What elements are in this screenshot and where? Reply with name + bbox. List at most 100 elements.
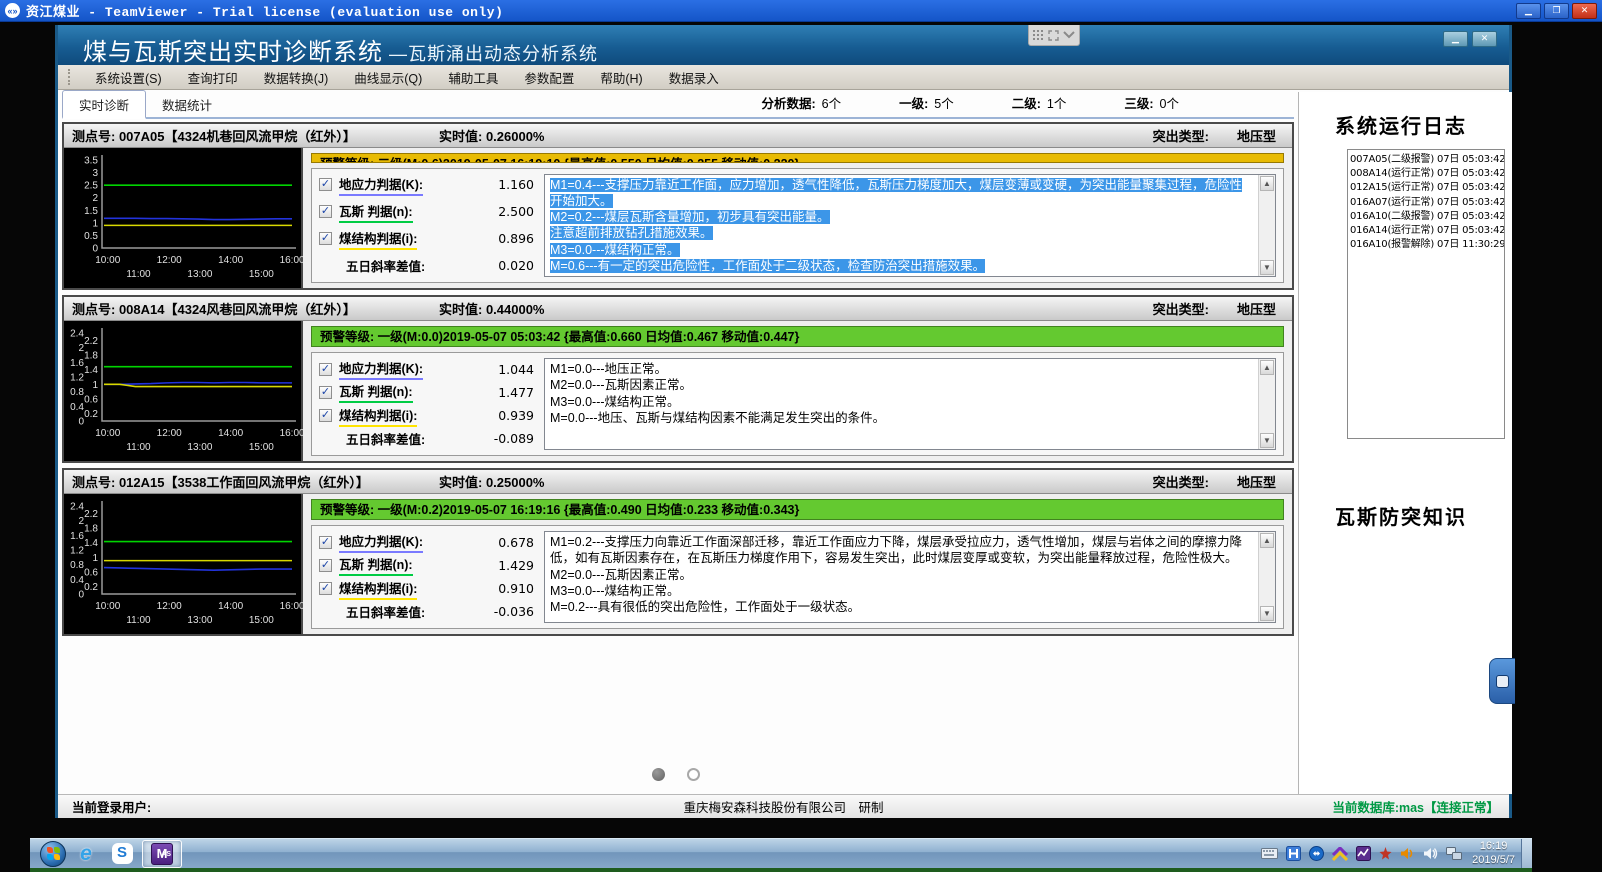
svg-text:12:00: 12:00 xyxy=(157,601,182,612)
menu-system-settings[interactable]: 系统设置(S) xyxy=(82,65,175,90)
desktop-edge-strip xyxy=(30,868,1532,872)
teamviewer-icon[interactable] xyxy=(1309,846,1324,861)
page-dot[interactable] xyxy=(687,768,700,781)
analysis-textarea[interactable]: M1=0.2---支撑压力向靠近工作面深部迁移，靠近工作面应力下降，煤层承受拉应… xyxy=(544,531,1276,623)
horn-icon[interactable] xyxy=(1400,847,1415,860)
five-day-slope: 五日斜率差值:-0.036 xyxy=(319,602,534,622)
criterion-coal-structure: ✓煤结构判据(i):0.896 xyxy=(319,229,534,249)
tv-close-button[interactable]: ✕ xyxy=(1572,3,1597,19)
svg-text:2.2: 2.2 xyxy=(84,509,98,520)
monitor-app-icon[interactable] xyxy=(1356,846,1371,861)
svg-text:0.2: 0.2 xyxy=(84,582,98,593)
menu-bar: 系统设置(S) 查询打印 数据转换(J) 曲线显示(Q) 辅助工具 参数配置 帮… xyxy=(58,65,1509,90)
h-app-icon[interactable] xyxy=(1286,846,1301,861)
tab-row: 实时诊断 数据统计 分析数据:6个 一级:5个 二级:1个 三级:0个 xyxy=(62,92,1294,119)
log-entry: 008A14(运行正常) 07日 05:03:42 xyxy=(1350,167,1502,181)
speaker-icon[interactable] xyxy=(1423,847,1438,860)
scroll-up-icon[interactable]: ▲ xyxy=(1260,533,1274,548)
log-entry: 016A10(报警解除) 07日 11:30:29 xyxy=(1350,238,1502,252)
realtime-value-label: 实时值: 0.26000% xyxy=(439,126,545,145)
svg-text:2: 2 xyxy=(92,193,98,204)
menu-curve-display[interactable]: 曲线显示(Q) xyxy=(341,65,435,90)
red-alert-icon[interactable] xyxy=(1379,847,1392,860)
teamviewer-remote-toolbar[interactable] xyxy=(1028,25,1080,46)
keyboard-icon[interactable] xyxy=(1261,848,1278,859)
scroll-down-icon[interactable]: ▼ xyxy=(1260,433,1274,448)
taskbar-ie-icon[interactable]: e xyxy=(70,840,102,868)
svg-text:0.4: 0.4 xyxy=(70,402,84,413)
network-icon[interactable] xyxy=(1446,847,1462,860)
menu-param-config[interactable]: 参数配置 xyxy=(511,65,587,90)
menu-data-convert[interactable]: 数据转换(J) xyxy=(251,65,342,90)
app-minimize-button[interactable]: ▁ xyxy=(1443,31,1468,47)
coal-structure-checkbox[interactable]: ✓ xyxy=(319,582,332,595)
menu-help[interactable]: 帮助(H) xyxy=(587,65,655,90)
chevron-up-icon[interactable] xyxy=(1332,847,1348,861)
scroll-down-icon[interactable]: ▼ xyxy=(1260,606,1274,621)
criteria-detail-box: ✓地应力判据(K):1.160 ✓瓦斯 判据(n):2.500 ✓煤结构判据(i… xyxy=(311,168,1284,284)
analysis-textarea[interactable]: M1=0.0---地压正常。 M2=0.0---瓦斯因素正常。 M3=0.0--… xyxy=(544,358,1276,450)
start-button[interactable] xyxy=(40,841,66,867)
gas-checkbox[interactable]: ✓ xyxy=(319,559,332,572)
panel-header: 测点号: 007A05【4324机巷回风流甲烷（红外）】 实时值: 0.2600… xyxy=(64,124,1292,148)
svg-text:15:00: 15:00 xyxy=(249,615,274,626)
monitor-panel-012A15: 测点号: 012A15【3538工作面回风流甲烷（红外）】 实时值: 0.250… xyxy=(62,468,1294,636)
tab-realtime-diagnosis[interactable]: 实时诊断 xyxy=(62,90,146,119)
scrollbar[interactable]: ▲▼ xyxy=(1258,175,1275,277)
teamviewer-panel-grip[interactable] xyxy=(1489,658,1515,704)
show-desktop-button[interactable] xyxy=(1521,839,1532,869)
summary-level3: 三级:0个 xyxy=(1124,93,1179,112)
svg-text:11:00: 11:00 xyxy=(126,269,151,280)
system-log-list[interactable]: 007A05(二级报警) 07日 05:03:42 008A14(运行正常) 0… xyxy=(1347,149,1505,439)
criterion-geostress: ✓地应力判据(K):0.678 xyxy=(319,532,534,552)
taskbar-s-app-icon[interactable]: S xyxy=(106,840,138,868)
geostress-checkbox[interactable]: ✓ xyxy=(319,536,332,549)
app-window: 煤与瓦斯突出实时诊断系统 —瓦斯涌出动态分析系统 ▁ ✕ 系统设置(S) 查询打… xyxy=(55,25,1512,818)
scrollbar[interactable]: ▲▼ xyxy=(1258,532,1275,622)
tab-data-statistics[interactable]: 数据统计 xyxy=(146,91,228,117)
app-close-button[interactable]: ✕ xyxy=(1472,31,1497,47)
log-entry: 016A10(二级报警) 07日 05:03:42 xyxy=(1350,210,1502,224)
log-entry: 007A05(二级报警) 07日 05:03:42 xyxy=(1350,153,1502,167)
svg-text:1.2: 1.2 xyxy=(70,373,84,384)
gas-checkbox[interactable]: ✓ xyxy=(319,386,332,399)
svg-text:10:00: 10:00 xyxy=(95,601,120,612)
criterion-gas: ✓瓦斯 判据(n):1.477 xyxy=(319,382,534,402)
svg-text:0.8: 0.8 xyxy=(70,560,84,571)
gas-checkbox[interactable]: ✓ xyxy=(319,205,332,218)
outburst-type: 突出类型:地压型 xyxy=(1153,472,1292,491)
coal-structure-checkbox[interactable]: ✓ xyxy=(319,409,332,422)
svg-text:0.6: 0.6 xyxy=(84,395,98,406)
warning-level-bar: 预警等级: 二级(M:0.6)2019-05-07 16:19:10 {最高值:… xyxy=(311,153,1284,163)
taskbar-clock[interactable]: 16:19 2019/5/7 xyxy=(1472,840,1515,868)
taskbar-mas-app-button[interactable]: MAS xyxy=(142,840,182,868)
tv-restore-button[interactable]: ❐ xyxy=(1544,3,1569,19)
menu-aux-tools[interactable]: 辅助工具 xyxy=(435,65,511,90)
geostress-checkbox[interactable]: ✓ xyxy=(319,363,332,376)
tv-minimize-button[interactable]: ▁ xyxy=(1516,3,1541,19)
svg-text:0.2: 0.2 xyxy=(84,409,98,420)
page-dot-active[interactable] xyxy=(652,768,665,781)
system-log-sidebar: 系统运行日志 007A05(二级报警) 07日 05:03:42 008A14(… xyxy=(1298,92,1512,794)
grid-dots-icon xyxy=(1033,30,1044,41)
svg-text:2.5: 2.5 xyxy=(84,181,98,192)
scroll-down-icon[interactable]: ▼ xyxy=(1260,260,1274,275)
coal-structure-checkbox[interactable]: ✓ xyxy=(319,232,332,245)
monitor-panel-008A14: 测点号: 008A14【4324风巷回风流甲烷（红外）】 实时值: 0.4400… xyxy=(62,295,1294,463)
scrollbar[interactable]: ▲▼ xyxy=(1258,359,1275,449)
analysis-textarea[interactable]: M1=0.4---支撑压力靠近工作面，应力增加，透气性降低，瓦斯压力梯度加大，煤… xyxy=(544,174,1276,278)
scroll-up-icon[interactable]: ▲ xyxy=(1260,176,1274,191)
menu-data-entry[interactable]: 数据录入 xyxy=(656,65,732,90)
scroll-up-icon[interactable]: ▲ xyxy=(1260,360,1274,375)
menu-query-print[interactable]: 查询打印 xyxy=(175,65,251,90)
system-log-title: 系统运行日志 xyxy=(1335,110,1512,139)
svg-text:10:00: 10:00 xyxy=(95,428,120,439)
log-entry: 016A14(运行正常) 07日 05:03:42 xyxy=(1350,224,1502,238)
summary-total: 分析数据:6个 xyxy=(762,93,842,112)
svg-text:14:00: 14:00 xyxy=(218,601,243,612)
svg-text:0: 0 xyxy=(92,244,98,255)
criterion-coal-structure: ✓煤结构判据(i):0.910 xyxy=(319,579,534,599)
geostress-checkbox[interactable]: ✓ xyxy=(319,178,332,191)
svg-text:16:00: 16:00 xyxy=(280,601,303,612)
svg-text:10:00: 10:00 xyxy=(95,255,120,266)
